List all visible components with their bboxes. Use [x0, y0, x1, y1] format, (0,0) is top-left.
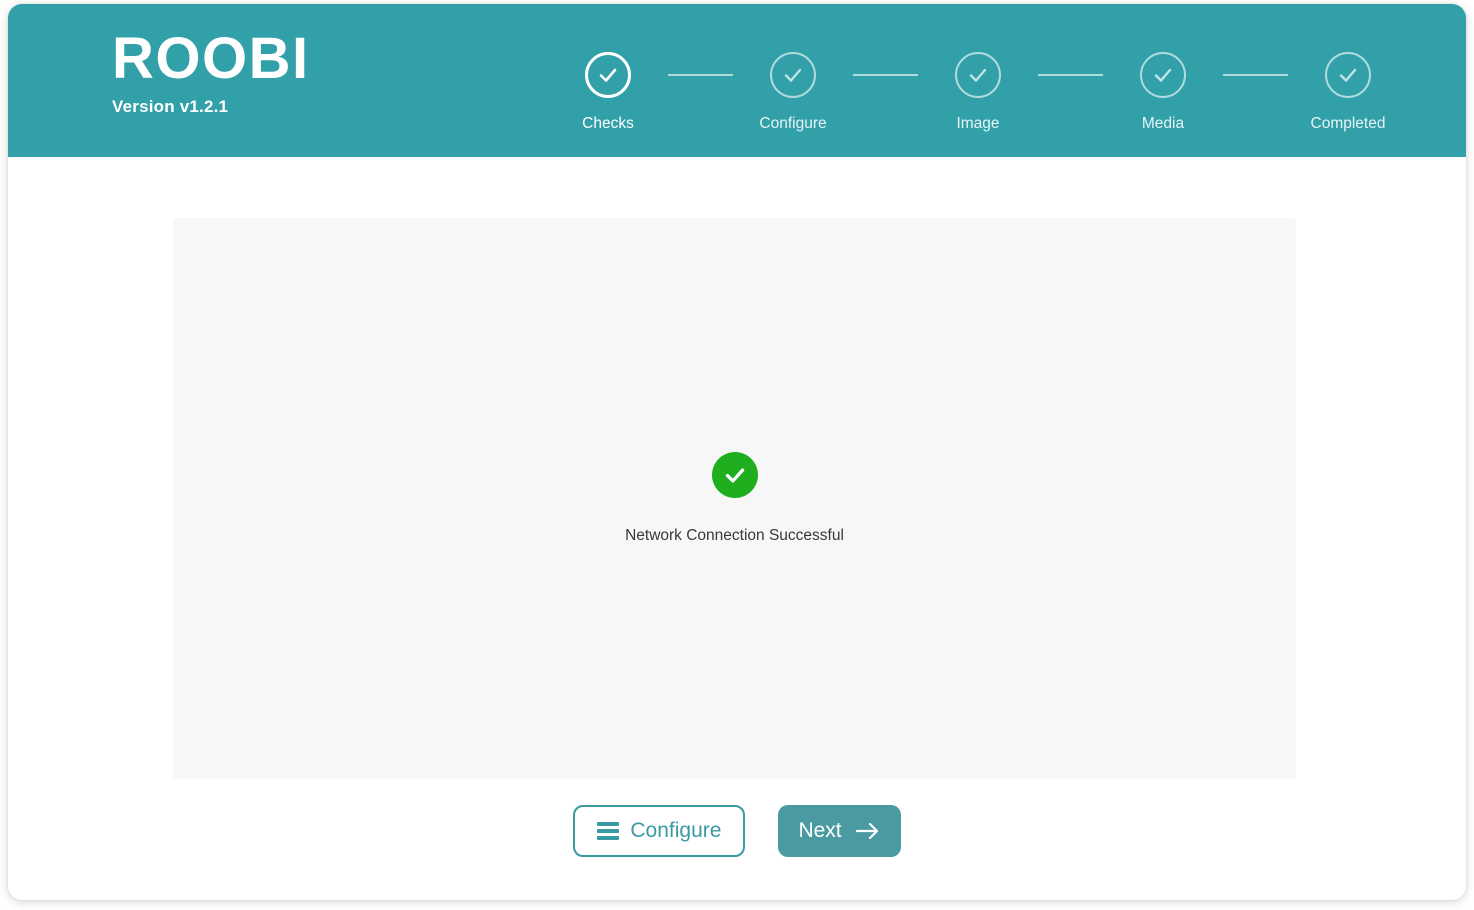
configure-button-label: Configure [630, 819, 722, 842]
step-checks[interactable]: Checks [548, 52, 668, 133]
app-header: ROOBI Version v1.2.1 Checks Configure Im… [8, 4, 1466, 157]
step-connector [1038, 74, 1103, 76]
check-circle-icon [1325, 52, 1371, 98]
status-message: Network Connection Successful [625, 526, 844, 544]
brand: ROOBI Version v1.2.1 [112, 28, 442, 118]
step-label: Checks [582, 115, 634, 132]
app-title: ROOBI [112, 26, 310, 91]
hamburger-menu-icon [597, 822, 620, 840]
step-label: Completed [1310, 115, 1386, 132]
step-connector [668, 74, 733, 76]
step-label: Configure [759, 115, 827, 132]
step-connector [1223, 74, 1288, 76]
status-panel: Network Connection Successful [173, 218, 1296, 779]
wizard-stepper: Checks Configure Image Media Completed [548, 52, 1408, 133]
next-button[interactable]: Next [778, 805, 901, 857]
check-circle-icon [955, 52, 1001, 98]
app-version: Version v1.2.1 [112, 97, 229, 116]
app-body: Network Connection Successful Configure … [8, 157, 1466, 900]
step-completed[interactable]: Completed [1288, 52, 1408, 133]
step-image[interactable]: Image [918, 52, 1038, 133]
check-circle-icon [585, 52, 631, 98]
arrow-right-icon [855, 820, 881, 842]
step-connector [853, 74, 918, 76]
step-label: Media [1141, 115, 1185, 132]
check-circle-icon [770, 52, 816, 98]
footer-actions: Configure Next [8, 805, 1466, 857]
step-media[interactable]: Media [1103, 52, 1223, 133]
check-circle-icon [1140, 52, 1186, 98]
app-window: ROOBI Version v1.2.1 Checks Configure Im… [8, 4, 1466, 900]
success-check-icon [711, 451, 758, 498]
next-button-label: Next [798, 819, 842, 842]
step-configure[interactable]: Configure [733, 52, 853, 133]
step-label: Image [956, 115, 1000, 132]
configure-button[interactable]: Configure [573, 805, 746, 857]
